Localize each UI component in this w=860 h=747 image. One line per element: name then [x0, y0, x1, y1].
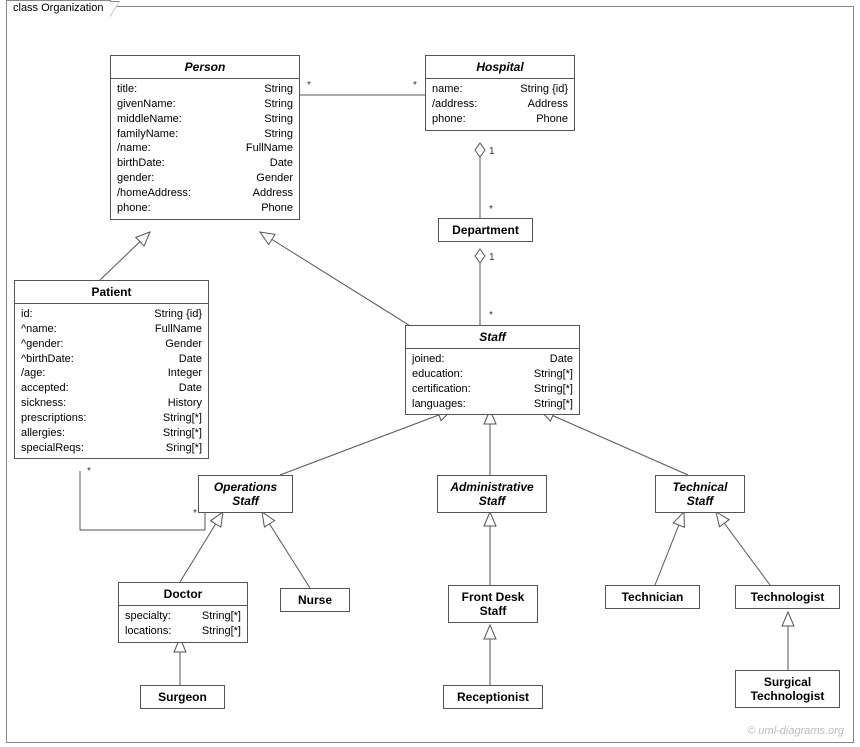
- class-staff: Staff joined:Date education:String[*] ce…: [405, 325, 580, 415]
- class-hospital-title: Hospital: [426, 56, 574, 79]
- class-person-body: title:String givenName:String middleName…: [111, 79, 299, 219]
- frame-title-text: class Organization: [13, 2, 104, 14]
- uml-class-diagram: class Organization: [0, 0, 860, 747]
- class-hospital: Hospital name:String {id} /address:Addre…: [425, 55, 575, 131]
- class-hospital-body: name:String {id} /address:Address phone:…: [426, 79, 574, 130]
- class-technical-title: Technical Staff: [656, 476, 744, 512]
- mult-dept-staff-bot: *: [488, 310, 494, 321]
- class-administrative-title: Administrative Staff: [438, 476, 546, 512]
- class-surgical-technologist: Surgical Technologist: [735, 670, 840, 708]
- class-administrative-staff: Administrative Staff: [437, 475, 547, 513]
- class-doctor: Doctor specialty:String[*] locations:Str…: [118, 582, 248, 643]
- class-staff-body: joined:Date education:String[*] certific…: [406, 349, 579, 414]
- class-patient-title: Patient: [15, 281, 208, 304]
- class-technician-title: Technician: [606, 586, 699, 608]
- class-technologist-title: Technologist: [736, 586, 839, 608]
- class-person-title: Person: [111, 56, 299, 79]
- class-surgeon: Surgeon: [140, 685, 225, 709]
- class-receptionist: Receptionist: [443, 685, 543, 709]
- class-surgeon-title: Surgeon: [141, 686, 224, 708]
- class-operations-staff: Operations Staff: [198, 475, 293, 513]
- class-receptionist-title: Receptionist: [444, 686, 542, 708]
- mult-person-side: *: [306, 80, 312, 91]
- class-technical-staff: Technical Staff: [655, 475, 745, 513]
- class-doctor-title: Doctor: [119, 583, 247, 606]
- class-technician: Technician: [605, 585, 700, 609]
- class-frontdesk-title: Front Desk Staff: [449, 586, 537, 622]
- diagram-frame-label: class Organization: [6, 0, 111, 15]
- mult-dept-staff-top: 1: [488, 252, 496, 263]
- class-person: Person title:String givenName:String mid…: [110, 55, 300, 220]
- mult-hosp-dept-top: 1: [488, 146, 496, 157]
- class-department-title: Department: [439, 219, 532, 241]
- class-operations-title: Operations Staff: [199, 476, 292, 512]
- class-staff-title: Staff: [406, 326, 579, 349]
- class-nurse-title: Nurse: [281, 589, 349, 611]
- class-technologist: Technologist: [735, 585, 840, 609]
- mult-hosp-dept-bot: *: [488, 204, 494, 215]
- watermark: © uml-diagrams.org: [747, 725, 844, 737]
- class-department: Department: [438, 218, 533, 242]
- class-nurse: Nurse: [280, 588, 350, 612]
- class-doctor-body: specialty:String[*] locations:String[*]: [119, 606, 247, 642]
- mult-patient-side: *: [86, 466, 92, 477]
- class-surgtech-title: Surgical Technologist: [736, 671, 839, 707]
- class-patient: Patient id:String {id} ^name:FullName ^g…: [14, 280, 209, 459]
- mult-hospital-side: *: [412, 80, 418, 91]
- class-frontdesk-staff: Front Desk Staff: [448, 585, 538, 623]
- class-patient-body: id:String {id} ^name:FullName ^gender:Ge…: [15, 304, 208, 458]
